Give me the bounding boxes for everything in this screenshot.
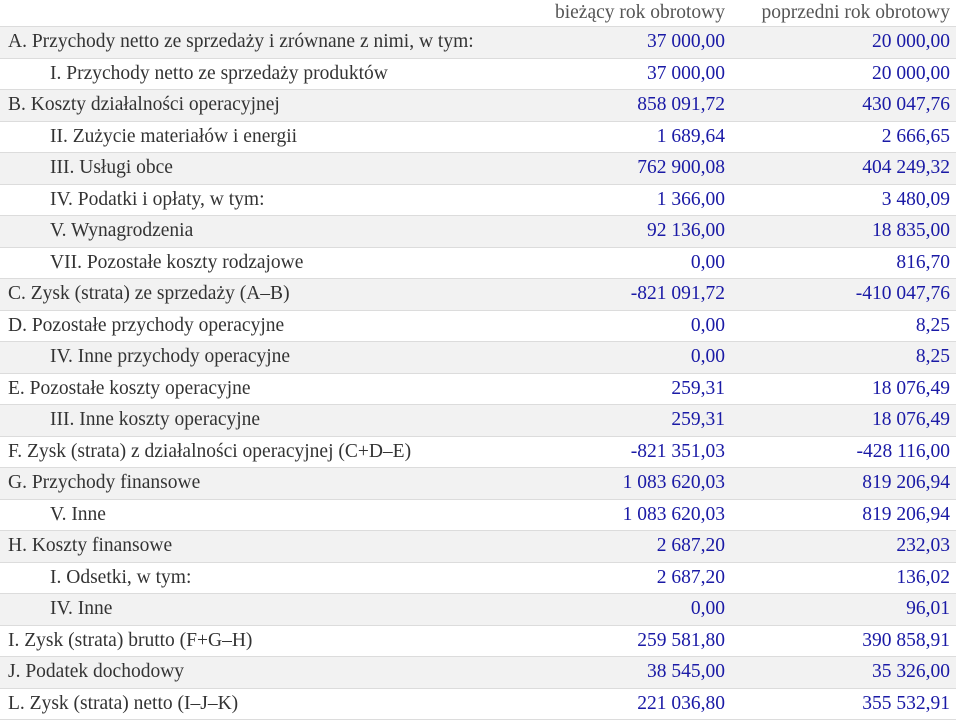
table-row: J. Podatek dochodowy 38 545,00 35 326,00 (0, 656, 956, 689)
current-year-value: 259,31 (530, 404, 731, 437)
previous-year-value: 816,70 (731, 247, 956, 279)
table-row: F. Zysk (strata) z działalności operacyj… (0, 436, 956, 468)
row-label: IV. Podatki i opłaty, w tym: (0, 184, 530, 216)
current-year-value: 259 581,80 (530, 625, 731, 657)
table-row: E. Pozostałe koszty operacyjne 259,31 18 0… (0, 373, 956, 405)
previous-year-value: 96,01 (731, 593, 956, 626)
table-row: C. Zysk (strata) ze sprzedaży (A–B) -821 … (0, 278, 956, 311)
table-header: bieżący rok obrotowy poprzedni rok obrot… (0, 0, 956, 27)
previous-year-value: 390 858,91 (731, 625, 956, 657)
row-label: IV. Inne (0, 593, 530, 626)
row-label: V. Wynagrodzenia (0, 215, 530, 248)
table-row: L. Zysk (strata) netto (I–J–K) 221 036,80… (0, 688, 956, 720)
previous-year-value: 404 249,32 (731, 152, 956, 185)
previous-year-value: 8,25 (731, 341, 956, 374)
current-year-value: 38 545,00 (530, 656, 731, 689)
current-year-value: 0,00 (530, 310, 731, 342)
row-label: F. Zysk (strata) z działalności operacyj… (0, 436, 530, 468)
previous-year-value: 819 206,94 (731, 499, 956, 531)
table-body: A. Przychody netto ze sprzedaży i zrówna… (0, 26, 956, 720)
previous-year-value: 136,02 (731, 562, 956, 594)
table-row: D. Pozostałe przychody operacyjne 0,00 8,2… (0, 310, 956, 342)
previous-year-value: 2 666,65 (731, 121, 956, 153)
row-label: C. Zysk (strata) ze sprzedaży (A–B) (0, 278, 530, 311)
current-year-value: 0,00 (530, 593, 731, 626)
current-year-value: 37 000,00 (530, 26, 731, 59)
row-label: A. Przychody netto ze sprzedaży i zrówna… (0, 26, 530, 59)
row-label: E. Pozostałe koszty operacyjne (0, 373, 530, 405)
current-year-value: 37 000,00 (530, 58, 731, 90)
previous-year-value: 18 835,00 (731, 215, 956, 248)
current-year-value: -821 351,03 (530, 436, 731, 468)
table-row: III. Inne koszty operacyjne 259,31 18 076,… (0, 404, 956, 437)
previous-year-value: 3 480,09 (731, 184, 956, 216)
row-label: B. Koszty działalności operacyjnej (0, 89, 530, 122)
table-row: V. Wynagrodzenia 92 136,00 18 835,00 (0, 215, 956, 248)
row-label: G. Przychody finansowe (0, 467, 530, 500)
previous-year-value: -410 047,76 (731, 278, 956, 311)
table-row: A. Przychody netto ze sprzedaży i zrówna… (0, 26, 956, 59)
previous-year-value: 8,25 (731, 310, 956, 342)
previous-year-value: 18 076,49 (731, 404, 956, 437)
current-year-value: 0,00 (530, 341, 731, 374)
table-row: H. Koszty finansowe 2 687,20 232,03 (0, 530, 956, 563)
current-year-value: 0,00 (530, 247, 731, 279)
table-row: I. Przychody netto ze sprzedaży produktó… (0, 58, 956, 90)
table-row: IV. Inne przychody operacyjne 0,00 8,25 (0, 341, 956, 374)
table-row: V. Inne 1 083 620,03 819 206,94 (0, 499, 956, 531)
header-label-column (0, 0, 530, 27)
table-row: G. Przychody finansowe 1 083 620,03 819 20… (0, 467, 956, 500)
row-label: I. Odsetki, w tym: (0, 562, 530, 594)
previous-year-value: 430 047,76 (731, 89, 956, 122)
row-label: III. Inne koszty operacyjne (0, 404, 530, 437)
current-year-value: 762 900,08 (530, 152, 731, 185)
previous-year-value: 20 000,00 (731, 26, 956, 59)
row-label: I. Zysk (strata) brutto (F+G–H) (0, 625, 530, 657)
current-year-value: -821 091,72 (530, 278, 731, 311)
current-year-value: 259,31 (530, 373, 731, 405)
previous-year-value: 355 532,91 (731, 688, 956, 720)
row-label: H. Koszty finansowe (0, 530, 530, 563)
row-label: L. Zysk (strata) netto (I–J–K) (0, 688, 530, 720)
row-label: III. Usługi obce (0, 152, 530, 185)
header-previous-year: poprzedni rok obrotowy (731, 0, 956, 27)
table-row: III. Usługi obce 762 900,08 404 249,32 (0, 152, 956, 185)
table-row: II. Zużycie materiałów i energii 1 689,64… (0, 121, 956, 153)
previous-year-value: 18 076,49 (731, 373, 956, 405)
income-statement-table: bieżący rok obrotowy poprzedni rok obrot… (0, 0, 956, 720)
row-label: IV. Inne przychody operacyjne (0, 341, 530, 374)
row-label: II. Zużycie materiałów i energii (0, 121, 530, 153)
row-label: J. Podatek dochodowy (0, 656, 530, 689)
previous-year-value: 20 000,00 (731, 58, 956, 90)
table-row: IV. Podatki i opłaty, w tym: 1 366,00 3 48… (0, 184, 956, 216)
previous-year-value: -428 116,00 (731, 436, 956, 468)
row-label: VII. Pozostałe koszty rodzajowe (0, 247, 530, 279)
header-row: bieżący rok obrotowy poprzedni rok obrot… (0, 0, 956, 27)
current-year-value: 2 687,20 (530, 530, 731, 563)
current-year-value: 2 687,20 (530, 562, 731, 594)
row-label: I. Przychody netto ze sprzedaży produktó… (0, 58, 530, 90)
previous-year-value: 819 206,94 (731, 467, 956, 500)
current-year-value: 221 036,80 (530, 688, 731, 720)
previous-year-value: 232,03 (731, 530, 956, 563)
previous-year-value: 35 326,00 (731, 656, 956, 689)
current-year-value: 1 083 620,03 (530, 467, 731, 500)
table-row: I. Odsetki, w tym: 2 687,20 136,02 (0, 562, 956, 594)
table-row: B. Koszty działalności operacyjnej 858 09… (0, 89, 956, 122)
current-year-value: 92 136,00 (530, 215, 731, 248)
header-current-year: bieżący rok obrotowy (530, 0, 731, 27)
current-year-value: 1 689,64 (530, 121, 731, 153)
current-year-value: 1 083 620,03 (530, 499, 731, 531)
current-year-value: 858 091,72 (530, 89, 731, 122)
row-label: D. Pozostałe przychody operacyjne (0, 310, 530, 342)
current-year-value: 1 366,00 (530, 184, 731, 216)
table-row: I. Zysk (strata) brutto (F+G–H) 259 581,8… (0, 625, 956, 657)
table-row: IV. Inne 0,00 96,01 (0, 593, 956, 626)
table-row: VII. Pozostałe koszty rodzajowe 0,00 816,7… (0, 247, 956, 279)
row-label: V. Inne (0, 499, 530, 531)
